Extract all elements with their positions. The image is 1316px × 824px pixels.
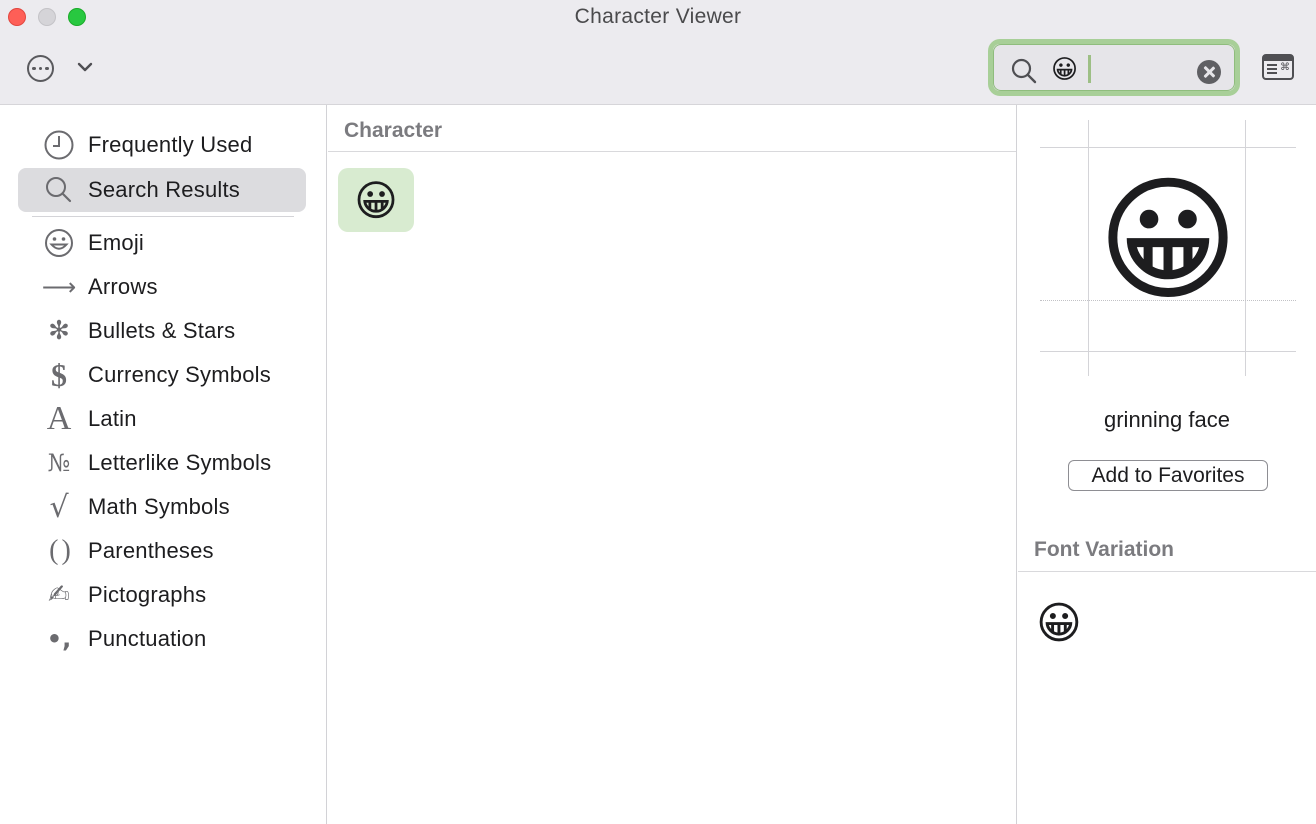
font-variation-header: Font Variation: [1034, 538, 1175, 561]
character-preview: 😀: [1040, 120, 1296, 376]
numero-icon: №: [47, 449, 71, 477]
text-caret: [1088, 55, 1091, 83]
character-grid-panel: Character 😀: [328, 105, 1017, 824]
asterisk-icon: ✻: [48, 316, 70, 346]
window-title: Character Viewer: [574, 5, 742, 28]
punctuation-icon: •,: [46, 625, 72, 653]
sidebar-item-label: Emoji: [88, 230, 145, 255]
latin-a-icon: A: [46, 400, 72, 437]
sidebar-item-search-results[interactable]: Search Results: [18, 168, 306, 212]
sidebar-item-currency-symbols[interactable]: $ Currency Symbols: [18, 353, 306, 397]
title-bar: Character Viewer 😀 ⌘: [0, 0, 1316, 105]
square-root-icon: √: [49, 489, 69, 525]
sidebar-item-bullets-stars[interactable]: ✻ Bullets & Stars: [18, 309, 306, 353]
sidebar-item-arrows[interactable]: ⟶ Arrows: [18, 265, 306, 309]
clock-icon: [44, 130, 74, 160]
sidebar-item-label: Arrows: [88, 274, 158, 299]
sidebar-item-label: Search Results: [88, 177, 240, 202]
sidebar-item-label: Frequently Used: [88, 132, 253, 157]
search-icon: [46, 177, 72, 203]
character-cell[interactable]: 😀: [338, 168, 414, 232]
sidebar-item-label: Pictographs: [88, 582, 207, 607]
preview-guide-line: [1040, 147, 1296, 148]
sidebar-item-letterlike-symbols[interactable]: № Letterlike Symbols: [18, 441, 306, 485]
sidebar-item-latin[interactable]: A Latin: [18, 397, 306, 441]
sidebar-item-label: Bullets & Stars: [88, 318, 236, 343]
sidebar-item-pictographs[interactable]: ✍ Pictographs: [18, 573, 306, 617]
sidebar-item-label: Punctuation: [88, 626, 207, 651]
arrow-icon: ⟶: [41, 273, 77, 301]
character-detail-panel: 😀 grinning face Add to Favorites Font Va…: [1018, 105, 1316, 824]
keyboard-viewer-icon[interactable]: ⌘: [1262, 54, 1294, 80]
sidebar-item-frequently-used[interactable]: Frequently Used: [18, 123, 306, 167]
sidebar-item-math-symbols[interactable]: √ Math Symbols: [18, 485, 306, 529]
sidebar: Frequently Used Search Results Emoji ⟶ A…: [0, 105, 327, 824]
sidebar-item-label: Parentheses: [88, 538, 214, 563]
section-divider: [328, 151, 1016, 152]
sidebar-item-label: Letterlike Symbols: [88, 450, 272, 475]
character-section-header: Character: [344, 119, 443, 142]
smiley-icon: [45, 229, 73, 257]
sidebar-item-label: Math Symbols: [88, 494, 230, 519]
section-divider: [1018, 571, 1316, 572]
sidebar-item-punctuation[interactable]: •, Punctuation: [18, 617, 306, 661]
font-variation-item[interactable]: 😀: [1036, 595, 1082, 653]
sidebar-divider: [32, 216, 294, 217]
dollar-icon: $: [51, 356, 67, 393]
ellipsis-circle-icon[interactable]: [27, 55, 54, 82]
sidebar-item-emoji[interactable]: Emoji: [18, 221, 306, 265]
preview-glyph: 😀: [1097, 164, 1239, 316]
search-field[interactable]: 😀: [988, 39, 1240, 96]
writing-hand-icon: ✍: [48, 580, 70, 610]
add-to-favorites-button[interactable]: Add to Favorites: [1068, 460, 1268, 491]
sidebar-item-label: Currency Symbols: [88, 362, 271, 387]
sidebar-item-label: Latin: [88, 406, 137, 431]
clear-icon[interactable]: [1197, 60, 1221, 84]
preview-guide-line: [1040, 351, 1296, 352]
character-name: grinning face: [1104, 407, 1230, 432]
search-input[interactable]: 😀: [1051, 52, 1078, 86]
chevron-down-icon[interactable]: [76, 58, 94, 76]
sidebar-item-parentheses[interactable]: ( ) Parentheses: [18, 529, 306, 573]
parentheses-icon: ( ): [49, 535, 71, 566]
search-icon: [1011, 58, 1037, 84]
